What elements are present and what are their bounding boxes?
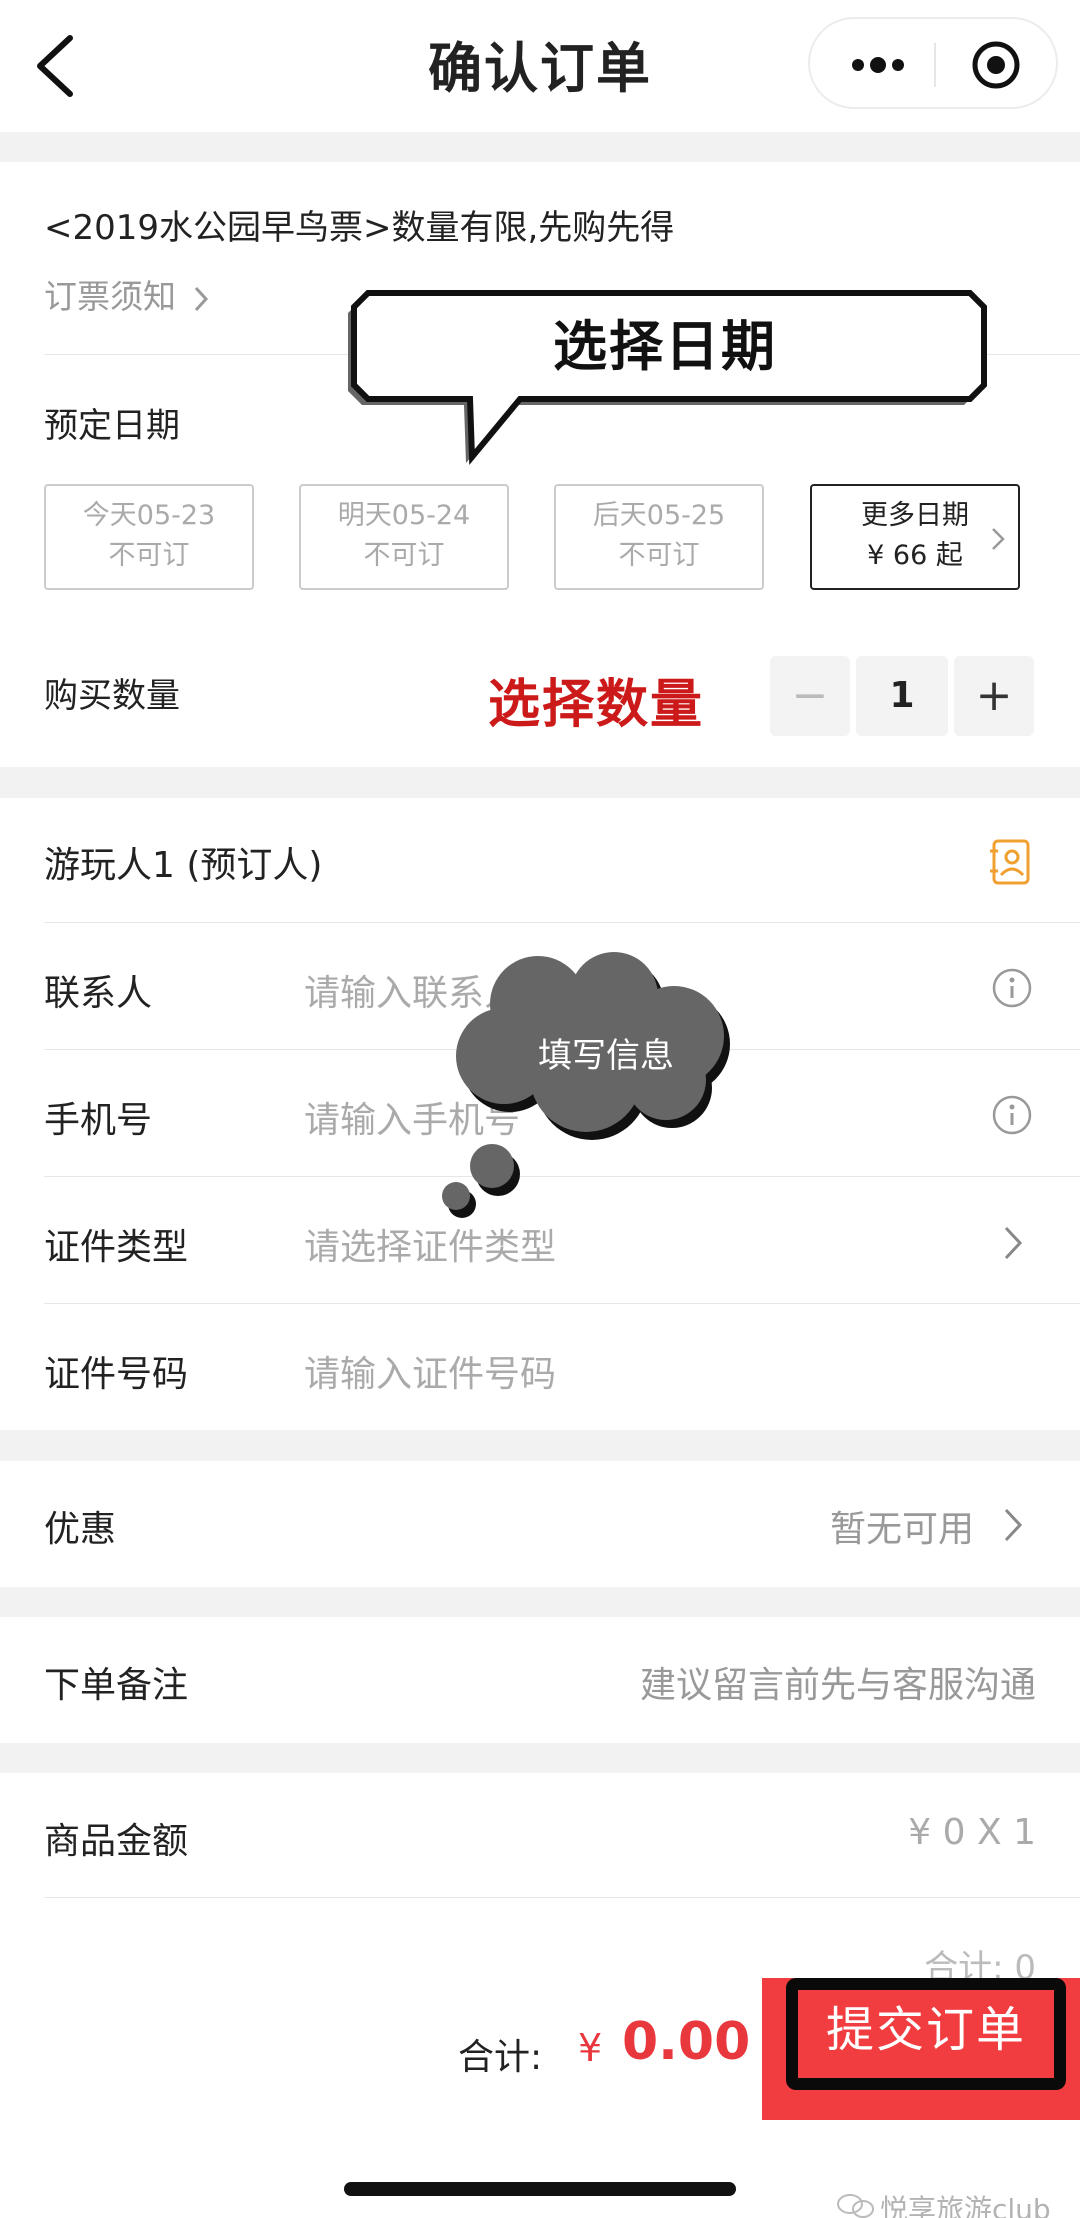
chevron-right-icon[interactable]: [1002, 1506, 1024, 1544]
target-icon[interactable]: [970, 39, 1022, 91]
date-label: 预定日期: [44, 406, 180, 446]
info-annotation: 填写信息: [538, 1036, 674, 1076]
product-title: <2019水公园早鸟票>数量有限,先购先得: [44, 208, 675, 248]
total-label: 合计:: [458, 2037, 543, 2078]
discount-value: 暂无可用: [829, 1509, 974, 1550]
date-option-tomorrow[interactable]: 明天05-24 不可订: [299, 484, 509, 590]
more-dates-button[interactable]: 更多日期 ¥ 66 起: [810, 484, 1020, 590]
watermark: 悦享旅游club: [836, 2188, 1051, 2218]
id-number-label: 证件号码: [44, 1354, 189, 1395]
info-icon[interactable]: [991, 967, 1033, 1009]
amount-label: 商品金额: [44, 1821, 189, 1862]
amount-value: ¥ 0 X 1: [908, 1812, 1036, 1853]
wechat-icon: [836, 2193, 880, 2218]
amount-panel: [0, 1773, 1080, 1978]
total-amount: 0.00: [622, 2012, 751, 2072]
more-dots-icon[interactable]: [848, 47, 908, 83]
divider: [44, 1897, 1080, 1898]
more-dates-label: 更多日期: [861, 500, 969, 531]
more-dates-price: ¥ 66 起: [867, 540, 963, 571]
chevron-right-icon[interactable]: [1002, 1224, 1024, 1262]
remark-input[interactable]: 建议留言前先与客服沟通: [640, 1656, 1036, 1708]
quantity-annotation: 选择数量: [488, 675, 705, 735]
discount-label: 优惠: [44, 1509, 117, 1550]
capsule-divider: [934, 43, 936, 87]
id-number-input[interactable]: 请输入证件号码: [304, 1345, 556, 1397]
watermark-text: 悦享旅游club: [880, 2193, 1051, 2218]
booking-notice-link[interactable]: 订票须知: [44, 270, 209, 318]
contact-book-icon[interactable]: [988, 838, 1032, 886]
quantity-label: 购买数量: [44, 676, 180, 716]
date-annotation: 选择日期: [553, 315, 777, 378]
phone-label: 手机号: [44, 1100, 153, 1141]
nav-header: 确认订单: [0, 0, 1080, 132]
date-option-day-after[interactable]: 后天05-25 不可订: [554, 484, 764, 590]
id-type-label: 证件类型: [44, 1227, 189, 1268]
divider: [44, 922, 1080, 923]
miniprogram-capsule: [808, 17, 1058, 109]
chevron-right-icon: [992, 528, 1005, 550]
id-type-select[interactable]: 请选择证件类型: [304, 1218, 556, 1270]
chevron-right-icon: [194, 286, 208, 311]
traveler-section-title: 游玩人1 (预订人): [44, 845, 323, 886]
home-indicator: [344, 2182, 736, 2196]
date-option-status: 不可订: [108, 540, 190, 571]
info-icon[interactable]: [991, 1094, 1033, 1136]
date-option-today[interactable]: 今天05-23 不可订: [44, 484, 254, 590]
date-option-status: 不可订: [618, 540, 700, 571]
thought-cloud-icon: [442, 952, 730, 1218]
remark-label: 下单备注: [44, 1665, 189, 1706]
quantity-value[interactable]: 1: [856, 656, 948, 736]
total-currency: ¥: [578, 2026, 603, 2070]
booking-notice-label: 订票须知: [44, 277, 176, 316]
date-option-status: 不可订: [363, 540, 445, 571]
contact-name-label: 联系人: [44, 973, 153, 1014]
date-option-date: 明天05-24: [337, 500, 471, 531]
date-option-date: 后天05-25: [592, 500, 726, 531]
submit-order-label[interactable]: 提交订单: [786, 1990, 1066, 2060]
date-option-date: 今天05-23: [82, 500, 216, 531]
quantity-decrease-button[interactable]: −: [770, 656, 850, 736]
quantity-increase-button[interactable]: +: [954, 656, 1034, 736]
divider: [44, 1303, 1080, 1304]
